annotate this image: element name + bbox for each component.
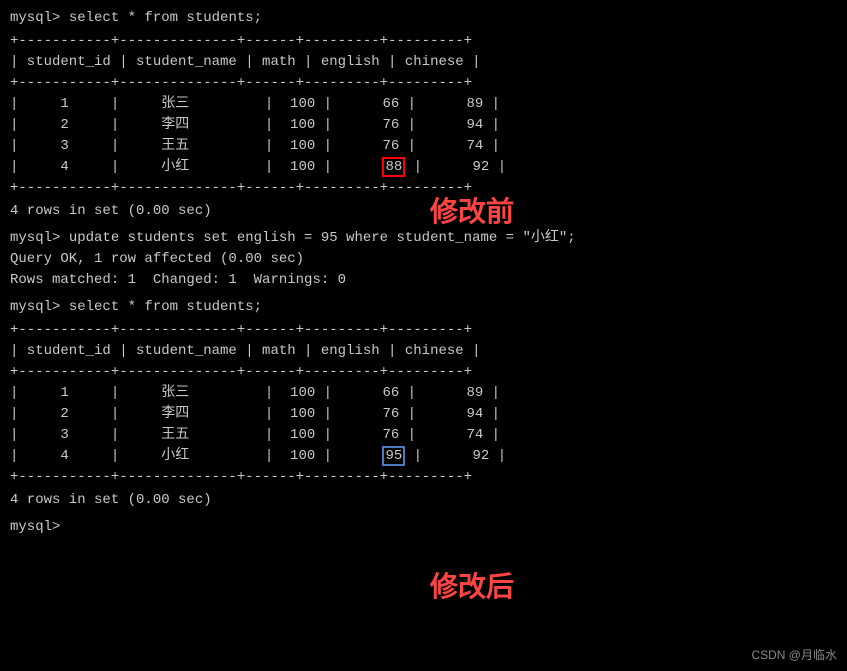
table1-border-bottom: +-----------+--------------+------+-----…: [10, 178, 837, 199]
table2-border-mid: +-----------+--------------+------+-----…: [10, 362, 837, 383]
table-row: | 3 | 王五 | 100 | 76 | 74 |: [10, 136, 837, 157]
final-prompt: mysql>: [10, 517, 837, 538]
annotation-before: 修改前: [430, 190, 514, 230]
prompt-4: mysql>: [10, 519, 69, 535]
table-1: +-----------+--------------+------+-----…: [10, 31, 837, 199]
prompt-2: mysql>: [10, 230, 69, 246]
terminal-window: mysql> select * from students; +--------…: [10, 8, 837, 538]
prompt-1: mysql>: [10, 10, 69, 26]
table1-border-mid: +-----------+--------------+------+-----…: [10, 73, 837, 94]
table-row: | 1 | 张三 | 100 | 66 | 89 |: [10, 383, 837, 404]
result-line-2: 4 rows in set (0.00 sec): [10, 490, 837, 511]
english-highlight-red: 88: [382, 157, 405, 177]
english-highlight-blue: 95: [382, 446, 405, 466]
result-line-1: 4 rows in set (0.00 sec): [10, 201, 837, 222]
prompt-3: mysql>: [10, 299, 69, 315]
table2-border-top: +-----------+--------------+------+-----…: [10, 320, 837, 341]
table-row: | 1 | 张三 | 100 | 66 | 89 |: [10, 94, 837, 115]
update-text: update students set english = 95 where s…: [69, 230, 576, 246]
table-row: | 4 | 小红 | 100 | 95 | 92 |: [10, 446, 837, 467]
watermark: CSDN @月临水: [751, 646, 837, 663]
table-row: | 3 | 王五 | 100 | 76 | 74 |: [10, 425, 837, 446]
table1-header: | student_id | student_name | math | eng…: [10, 52, 837, 73]
table-row: | 2 | 李四 | 100 | 76 | 94 |: [10, 115, 837, 136]
query-line-1: mysql> select * from students;: [10, 8, 837, 29]
table-row: | 4 | 小红 | 100 | 88 | 92 |: [10, 157, 837, 178]
table2-header: | student_id | student_name | math | eng…: [10, 341, 837, 362]
query-text-1: select * from students;: [69, 10, 262, 26]
query-line-2: mysql> select * from students;: [10, 297, 837, 318]
table2-border-bottom: +-----------+--------------+------+-----…: [10, 467, 837, 488]
update-result-1: Query OK, 1 row affected (0.00 sec): [10, 249, 837, 270]
update-line: mysql> update students set english = 95 …: [10, 228, 837, 249]
query-text-2: select * from students;: [69, 299, 262, 315]
annotation-after: 修改后: [430, 565, 514, 605]
table-2: +-----------+--------------+------+-----…: [10, 320, 837, 488]
update-result-2: Rows matched: 1 Changed: 1 Warnings: 0: [10, 270, 837, 291]
table1-border-top: +-----------+--------------+------+-----…: [10, 31, 837, 52]
table-row: | 2 | 李四 | 100 | 76 | 94 |: [10, 404, 837, 425]
